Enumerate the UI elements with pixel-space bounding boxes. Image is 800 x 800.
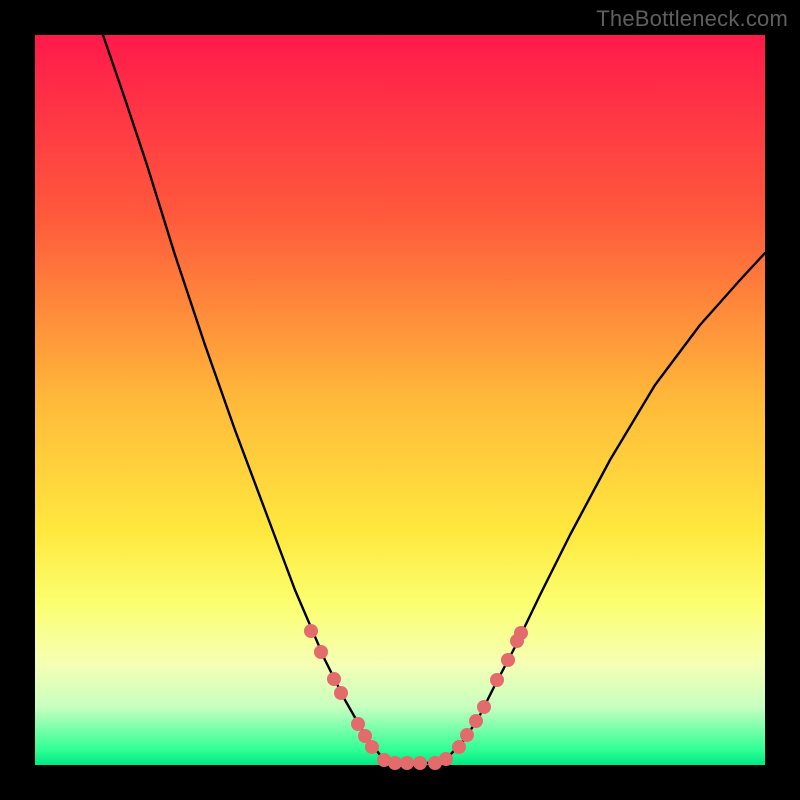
marker-dot [365, 740, 379, 754]
marker-dot [514, 626, 528, 640]
marker-dot [388, 756, 402, 770]
marker-dot [452, 740, 466, 754]
marker-dot [351, 717, 365, 731]
curve-path [103, 35, 765, 763]
marker-dot [334, 686, 348, 700]
marker-dot [460, 728, 474, 742]
marker-dot [477, 700, 491, 714]
marker-dot [314, 645, 328, 659]
plot-area [35, 35, 765, 765]
watermark-label: TheBottleneck.com [596, 6, 788, 32]
marker-dot [469, 714, 483, 728]
marker-dot [501, 653, 515, 667]
marker-dot [490, 673, 504, 687]
marker-dot [327, 672, 341, 686]
chart-frame: TheBottleneck.com [0, 0, 800, 800]
marker-dot [400, 756, 414, 770]
marker-dot [304, 624, 318, 638]
marker-dot [413, 756, 427, 770]
marker-group [304, 624, 528, 770]
chart-svg [35, 35, 765, 765]
marker-dot [439, 752, 453, 766]
